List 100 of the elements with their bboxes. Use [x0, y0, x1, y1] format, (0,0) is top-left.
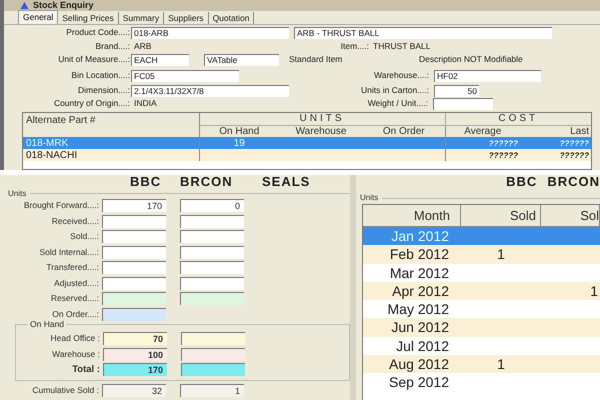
input-field[interactable]: 170	[103, 363, 167, 376]
input-field[interactable]	[181, 348, 245, 361]
field-value: Standard Item	[289, 53, 344, 66]
input-field[interactable]	[180, 276, 244, 290]
window-title: Stock Enquiry	[33, 1, 94, 10]
table-cell-text: 1	[496, 245, 506, 264]
table-cell-text: 1	[589, 282, 599, 300]
table-cell: ??????	[445, 137, 520, 149]
input-field[interactable]	[102, 276, 166, 290]
column-header: Last	[520, 125, 591, 137]
input-field[interactable]: FC05	[131, 70, 239, 82]
table-cell[interactable]: 018-NACHI	[23, 149, 199, 161]
table-cell: ??????	[520, 137, 591, 149]
field-label: Country of Origin....:	[52, 97, 130, 110]
table-cell-text: 1	[496, 355, 506, 374]
table-row[interactable]: Jun 2012	[363, 318, 600, 337]
field-label: Weight / Unit....:	[366, 97, 428, 110]
table-cell-text: May 2012	[386, 300, 450, 318]
column-header: BBC	[130, 173, 162, 192]
input-field[interactable]: 32	[102, 384, 166, 397]
input-field[interactable]	[102, 214, 166, 228]
input-field[interactable]	[180, 214, 244, 228]
column-header: BRCON	[180, 173, 234, 192]
input-field[interactable]: 018-ARB	[131, 26, 289, 38]
field-label: Warehouse :	[51, 348, 101, 361]
input-field[interactable]	[181, 332, 245, 346]
input-field[interactable]	[181, 363, 245, 376]
input-field[interactable]	[180, 230, 244, 244]
input-field[interactable]: 50	[434, 84, 479, 96]
field-label: Warehouse....:	[373, 69, 429, 82]
input-field[interactable]	[180, 292, 244, 306]
column-header: Warehouse	[279, 125, 363, 137]
field-label: Cumulative Sold :	[31, 384, 100, 397]
input-field[interactable]	[180, 246, 244, 259]
input-field[interactable]: VATable	[204, 54, 279, 66]
field-label: Bin Location....:	[70, 69, 130, 82]
input-field[interactable]: 0	[180, 199, 244, 212]
group-label: Units	[8, 188, 26, 200]
field-label: Transfered....:	[45, 261, 100, 274]
tab[interactable]: Quotation	[208, 12, 254, 24]
input-field[interactable]	[102, 308, 166, 321]
table-cell: ??????	[445, 149, 520, 161]
field-label: Total :	[71, 362, 101, 377]
field-label: Item....:	[340, 40, 369, 52]
field-label: Received....:	[50, 214, 100, 228]
column-header: COST	[445, 113, 591, 125]
group-label: Units	[360, 192, 378, 204]
column-header: On Hand	[199, 125, 279, 137]
input-field[interactable]	[102, 230, 166, 244]
table-cell-text: Jul 2012	[395, 336, 450, 356]
input-field[interactable]: 1	[180, 384, 244, 397]
field-label: Sold Internal....:	[38, 246, 100, 259]
input-field[interactable]: EACH	[131, 54, 189, 66]
column-header: Average	[445, 125, 520, 137]
column-header: BRCON	[547, 173, 600, 192]
field-value: INDIA	[133, 97, 158, 110]
table-cell-text: Feb 2012	[388, 245, 450, 264]
column-header: SEALS	[262, 173, 310, 192]
field-label: Units in Carton....:	[360, 84, 429, 97]
field-label: Brought Forward....:	[22, 199, 100, 212]
input-field[interactable]	[102, 261, 166, 274]
field-label: Dimension....:	[77, 84, 130, 97]
field-label: Head Office :	[50, 332, 101, 346]
triangle-icon	[20, 1, 29, 10]
field-label: On Order....:	[51, 308, 100, 320]
table-cell-text: Jun 2012	[390, 318, 450, 337]
table-row[interactable]: Apr 2012 1	[363, 282, 600, 300]
tab[interactable]: Suppliers	[164, 12, 209, 24]
table-row[interactable]: Feb 2012 1	[363, 245, 600, 264]
input-field[interactable]	[102, 246, 166, 259]
table-cell-text: Apr 2012	[391, 282, 450, 300]
table-cell-text: Jan 2012	[390, 227, 450, 246]
input-field[interactable]: 2.1/4X3.11/32X7/8	[131, 84, 289, 96]
input-field[interactable]: 70	[103, 332, 167, 346]
field-label: Reserved....:	[50, 292, 100, 306]
input-field[interactable]	[180, 261, 244, 274]
input-field[interactable]: HF02	[434, 70, 541, 82]
field-value: Description NOT Modifiable	[419, 53, 523, 66]
field-label: Product Code....:	[65, 26, 130, 39]
input-field[interactable]: 100	[103, 348, 167, 361]
tab[interactable]: Selling Prices	[58, 12, 119, 24]
field-label: Brand....:	[94, 40, 130, 52]
input-field[interactable]: ARB - THRUST BALL	[294, 26, 552, 38]
input-field[interactable]	[433, 98, 493, 110]
table-cell: ??????	[520, 149, 591, 161]
table-row[interactable]: Aug 2012 1	[363, 355, 600, 374]
input-field[interactable]: 170	[102, 199, 166, 212]
input-field[interactable]	[102, 292, 166, 306]
group-label: On Hand	[28, 319, 66, 329]
field-label: Unit of Measure....:	[57, 53, 130, 66]
field-label: Sold....:	[69, 230, 100, 244]
table-cell-text: Sep 2012	[388, 373, 450, 392]
field-label: Adjusted....:	[53, 276, 100, 290]
table-cell-text: Aug 2012	[388, 355, 450, 374]
column-header: UNITS	[199, 113, 446, 125]
tab[interactable]: Summary	[118, 12, 164, 24]
tab[interactable]: General	[18, 10, 58, 24]
field-value: ARB	[133, 40, 152, 52]
table-cell-text: Mar 2012	[388, 264, 450, 282]
field-value: THRUST BALL	[372, 40, 430, 52]
